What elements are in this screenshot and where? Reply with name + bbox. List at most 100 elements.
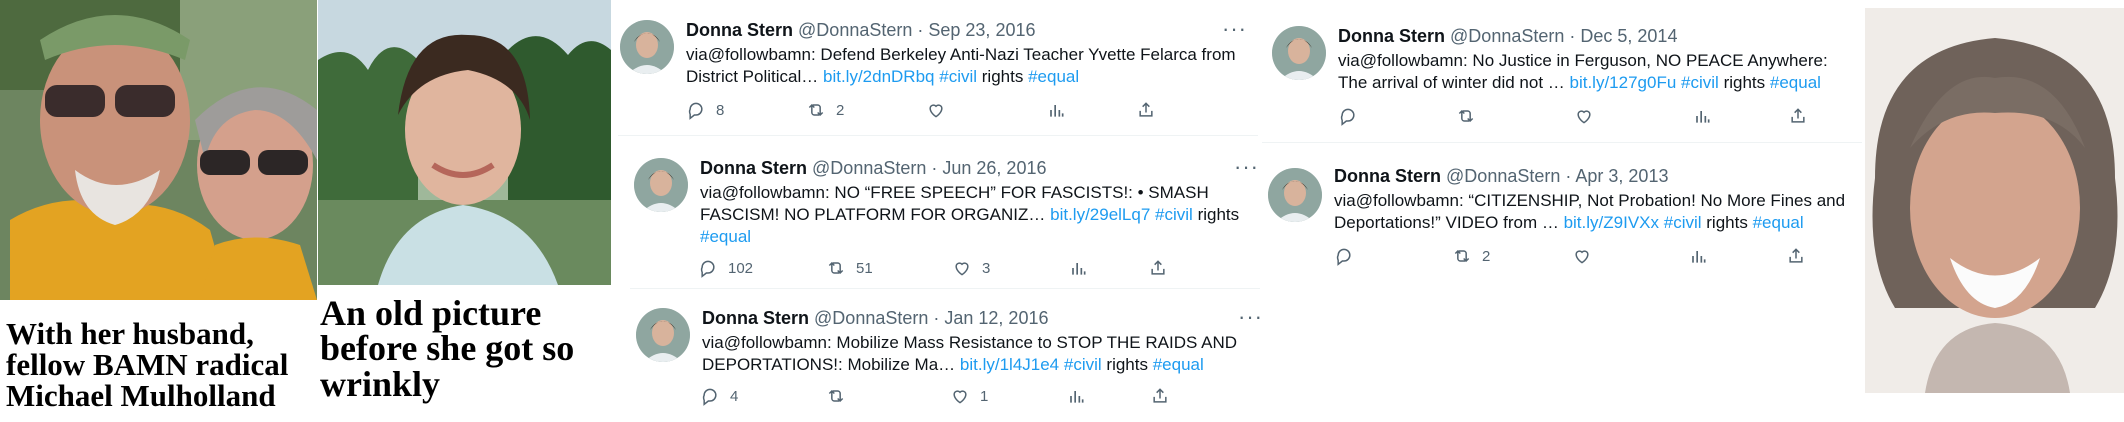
tweet-card[interactable]: Donna Stern @DonnaStern · Jan 12, 2016 ·…	[634, 290, 1264, 422]
handle[interactable]: @DonnaStern	[812, 158, 926, 178]
like-button[interactable]: 3	[952, 258, 990, 278]
views-button[interactable]	[1068, 258, 1088, 278]
tweet-word: rights	[1706, 213, 1748, 232]
views-icon	[1050, 105, 1064, 117]
views-button[interactable]	[1066, 386, 1086, 406]
handle[interactable]: @DonnaStern	[814, 308, 928, 328]
avatar[interactable]	[1268, 168, 1322, 222]
hashtag-civil[interactable]: #civil	[939, 67, 977, 86]
like-count: 3	[982, 259, 991, 277]
tweet-text: via@followbamn: No Justice in Ferguson, …	[1338, 50, 1858, 94]
retweet-count: 51	[856, 259, 873, 277]
caption-line: wrinkly	[320, 363, 441, 404]
avatar[interactable]	[634, 158, 688, 212]
tweet-header: Donna Stern @DonnaStern · Jan 12, 2016	[702, 308, 1048, 329]
tweet-header: Donna Stern @DonnaStern · Dec 5, 2014	[1338, 26, 1677, 47]
hashtag-civil[interactable]: #civil	[1664, 213, 1702, 232]
views-button[interactable]	[1046, 100, 1066, 120]
hashtag-equal[interactable]: #equal	[700, 227, 751, 246]
hashtag-civil[interactable]: #civil	[1681, 73, 1719, 92]
like-icon	[929, 104, 943, 118]
handle[interactable]: @DonnaStern	[798, 20, 912, 40]
handle[interactable]: @DonnaStern	[1446, 166, 1560, 186]
tweet-link[interactable]: bit.ly/29elLq7	[1050, 205, 1150, 224]
tweet-link[interactable]: bit.ly/Z9IVXx	[1564, 213, 1659, 232]
share-button[interactable]	[1788, 106, 1808, 126]
reply-count: 102	[728, 259, 754, 277]
retweet-icon	[1458, 109, 1474, 123]
caption-line: An old picture	[320, 293, 542, 333]
display-name[interactable]: Donna Stern	[1334, 166, 1441, 186]
reply-button[interactable]: 8	[686, 100, 724, 120]
avatar[interactable]	[636, 308, 690, 362]
tweet-card[interactable]: Donna Stern @DonnaStern · Dec 5, 2014 vi…	[1266, 6, 1866, 140]
share-icon	[1789, 248, 1803, 263]
retweet-icon	[1454, 249, 1470, 263]
display-name[interactable]: Donna Stern	[686, 20, 793, 40]
timestamp[interactable]: · Apr 3, 2013	[1565, 166, 1668, 186]
timestamp[interactable]: · Dec 5, 2014	[1569, 26, 1677, 46]
caption-husband: With her husband, fellow BAMN radical Mi…	[6, 318, 316, 411]
divider	[1262, 142, 1862, 143]
reply-button[interactable]	[1334, 246, 1364, 266]
like-button[interactable]: 1	[950, 386, 988, 406]
display-name[interactable]: Donna Stern	[1338, 26, 1445, 46]
avatar[interactable]	[620, 20, 674, 74]
avatar[interactable]	[1272, 26, 1326, 80]
photo-old	[318, 0, 611, 285]
hashtag-equal[interactable]: #equal	[1753, 213, 1804, 232]
hashtag-equal[interactable]: #equal	[1153, 355, 1204, 374]
timestamp[interactable]: · Sep 23, 2016	[917, 20, 1035, 40]
tweet-text: via@followbamn: Mobilize Mass Resistance…	[702, 332, 1262, 376]
like-count: 1	[980, 387, 989, 405]
share-button[interactable]	[1150, 386, 1170, 406]
retweet-button[interactable]: 51	[826, 258, 873, 278]
share-icon	[1153, 388, 1167, 403]
hashtag-civil[interactable]: #civil	[1155, 205, 1193, 224]
share-button[interactable]	[1148, 258, 1168, 278]
tweet-link[interactable]: bit.ly/127g0Fu	[1570, 73, 1677, 92]
more-icon[interactable]: ···	[1234, 156, 1259, 178]
reply-button[interactable]: 102	[698, 258, 753, 278]
more-icon[interactable]: ···	[1238, 306, 1263, 328]
photo-portrait	[1865, 8, 2124, 393]
retweet-icon	[828, 389, 844, 403]
like-button[interactable]	[1572, 246, 1602, 266]
tweet-header: Donna Stern @DonnaStern · Jun 26, 2016	[700, 158, 1046, 179]
tweet-card[interactable]: Donna Stern @DonnaStern · Apr 3, 2013 vi…	[1262, 150, 1862, 282]
hashtag-equal[interactable]: #equal	[1770, 73, 1821, 92]
reply-icon	[700, 260, 715, 278]
hashtag-equal[interactable]: #equal	[1028, 67, 1079, 86]
caption-line: With her husband,	[6, 316, 254, 351]
retweet-button[interactable]: 2	[1452, 246, 1490, 266]
views-button[interactable]	[1688, 246, 1708, 266]
display-name[interactable]: Donna Stern	[700, 158, 807, 178]
caption-old: An old picture before she got so wrinkly	[320, 293, 615, 404]
retweet-button[interactable]	[1456, 106, 1486, 126]
reply-button[interactable]	[1338, 106, 1368, 126]
share-button[interactable]	[1136, 100, 1156, 120]
reply-count: 8	[716, 101, 725, 119]
retweet-button[interactable]	[826, 386, 856, 406]
views-icon	[1072, 263, 1086, 275]
retweet-button[interactable]: 2	[806, 100, 844, 120]
hashtag-civil[interactable]: #civil	[1064, 355, 1102, 374]
views-button[interactable]	[1692, 106, 1712, 126]
handle[interactable]: @DonnaStern	[1450, 26, 1564, 46]
like-icon	[953, 390, 967, 404]
timestamp[interactable]: · Jun 26, 2016	[931, 158, 1046, 178]
more-icon[interactable]: ···	[1222, 18, 1247, 40]
views-icon	[1070, 391, 1084, 403]
timestamp[interactable]: · Jan 12, 2016	[933, 308, 1048, 328]
tweet-word: rights	[1106, 355, 1148, 374]
tweet-link[interactable]: bit.ly/2dnDRbq	[823, 67, 935, 86]
tweet-card[interactable]: Donna Stern @DonnaStern · Jun 26, 2016 ·…	[630, 140, 1260, 290]
tweet-card[interactable]: Donna Stern @DonnaStern · Sep 23, 2016 ·…	[618, 0, 1258, 132]
like-button[interactable]	[926, 100, 956, 120]
reply-button[interactable]: 4	[700, 386, 738, 406]
reply-count: 4	[730, 387, 739, 405]
share-button[interactable]	[1786, 246, 1806, 266]
tweet-link[interactable]: bit.ly/1l4J1e4	[960, 355, 1059, 374]
display-name[interactable]: Donna Stern	[702, 308, 809, 328]
like-button[interactable]	[1574, 106, 1604, 126]
